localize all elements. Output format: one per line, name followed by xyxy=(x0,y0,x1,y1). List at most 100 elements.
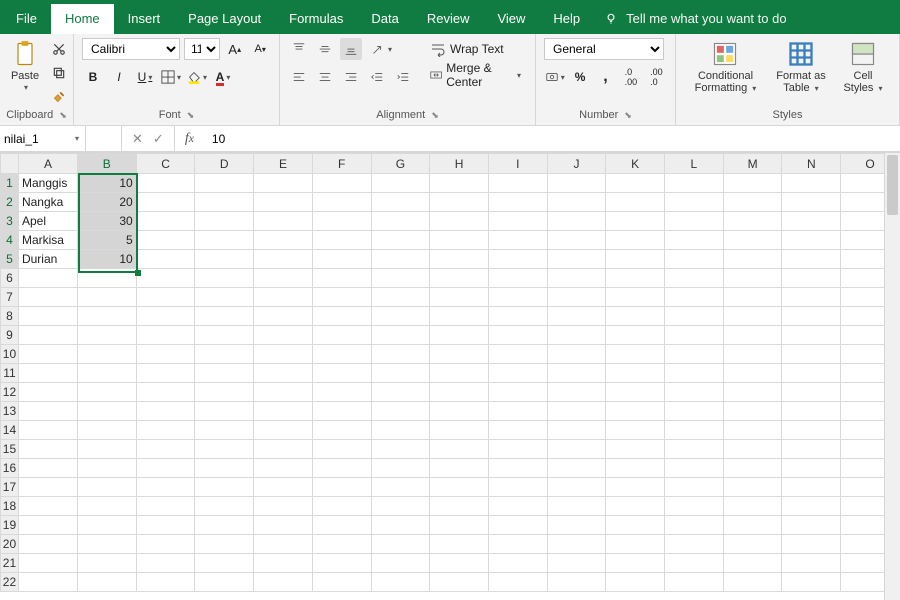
cell[interactable] xyxy=(371,440,430,459)
cell[interactable] xyxy=(430,459,489,478)
cell[interactable] xyxy=(430,326,489,345)
cell[interactable] xyxy=(782,554,841,573)
cell[interactable] xyxy=(723,288,782,307)
decrease-decimal-button[interactable]: .00.0 xyxy=(646,66,667,88)
cell[interactable] xyxy=(77,402,136,421)
cell[interactable] xyxy=(254,326,313,345)
row-header[interactable]: 3 xyxy=(1,212,19,231)
cell[interactable] xyxy=(547,402,606,421)
font-color-button[interactable]: A▾ xyxy=(212,66,234,88)
cell[interactable]: 20 xyxy=(77,193,136,212)
cell[interactable] xyxy=(371,402,430,421)
cell[interactable] xyxy=(665,459,724,478)
cell[interactable] xyxy=(371,307,430,326)
row-header[interactable]: 8 xyxy=(1,307,19,326)
cell[interactable] xyxy=(488,307,547,326)
cell[interactable] xyxy=(606,269,665,288)
clipboard-dialog-launcher[interactable]: ⬊ xyxy=(59,110,67,121)
cell[interactable]: 30 xyxy=(77,212,136,231)
cell[interactable] xyxy=(723,497,782,516)
cell[interactable] xyxy=(488,478,547,497)
cell[interactable] xyxy=(18,364,77,383)
cell[interactable] xyxy=(195,345,254,364)
cell[interactable] xyxy=(312,402,371,421)
format-as-table-button[interactable]: Format as Table ▾ xyxy=(769,38,833,96)
cell[interactable] xyxy=(782,440,841,459)
cell[interactable] xyxy=(195,364,254,383)
cell[interactable] xyxy=(312,307,371,326)
vertical-scrollbar[interactable] xyxy=(884,153,900,600)
cell[interactable] xyxy=(606,459,665,478)
cell[interactable] xyxy=(665,402,724,421)
cell[interactable] xyxy=(136,402,195,421)
percent-button[interactable]: % xyxy=(569,66,590,88)
cell[interactable] xyxy=(254,231,313,250)
cell[interactable] xyxy=(254,307,313,326)
cell[interactable] xyxy=(606,402,665,421)
cell[interactable] xyxy=(723,478,782,497)
underline-button[interactable]: U▾ xyxy=(134,66,156,88)
column-header[interactable]: D xyxy=(195,154,254,174)
copy-button[interactable] xyxy=(48,62,70,84)
tab-home[interactable]: Home xyxy=(51,4,114,34)
cell[interactable] xyxy=(312,345,371,364)
cell[interactable] xyxy=(254,212,313,231)
cell[interactable] xyxy=(723,193,782,212)
cell[interactable] xyxy=(782,250,841,269)
cell[interactable] xyxy=(18,459,77,478)
cell[interactable] xyxy=(665,421,724,440)
cell[interactable] xyxy=(665,174,724,193)
cell[interactable] xyxy=(430,193,489,212)
cell[interactable] xyxy=(782,326,841,345)
cell[interactable] xyxy=(723,421,782,440)
cell[interactable] xyxy=(606,440,665,459)
accounting-format-button[interactable]: ▾ xyxy=(544,66,565,88)
cell[interactable] xyxy=(606,573,665,592)
cut-button[interactable] xyxy=(48,38,70,60)
cell[interactable] xyxy=(18,402,77,421)
cell[interactable] xyxy=(312,383,371,402)
column-header[interactable]: A xyxy=(18,154,77,174)
cell[interactable] xyxy=(136,212,195,231)
cell[interactable] xyxy=(430,269,489,288)
fill-color-button[interactable]: ▾ xyxy=(186,66,208,88)
row-header[interactable]: 15 xyxy=(1,440,19,459)
cell[interactable] xyxy=(136,478,195,497)
cell[interactable] xyxy=(430,554,489,573)
cell[interactable] xyxy=(18,421,77,440)
cell[interactable] xyxy=(136,497,195,516)
orientation-button[interactable]: ▾ xyxy=(366,38,396,60)
cell[interactable] xyxy=(136,440,195,459)
cell[interactable] xyxy=(371,383,430,402)
cell[interactable] xyxy=(136,307,195,326)
cell[interactable] xyxy=(195,326,254,345)
cell[interactable] xyxy=(723,383,782,402)
cell[interactable] xyxy=(488,250,547,269)
cell[interactable] xyxy=(195,421,254,440)
cell[interactable] xyxy=(136,554,195,573)
decrease-indent-button[interactable] xyxy=(366,66,388,88)
align-left-button[interactable] xyxy=(288,66,310,88)
cell[interactable] xyxy=(723,554,782,573)
cell[interactable] xyxy=(312,212,371,231)
cell[interactable] xyxy=(430,402,489,421)
cell[interactable] xyxy=(665,326,724,345)
cell[interactable] xyxy=(312,288,371,307)
cell[interactable] xyxy=(606,383,665,402)
column-header[interactable]: M xyxy=(723,154,782,174)
row-header[interactable]: 13 xyxy=(1,402,19,421)
cell[interactable] xyxy=(488,383,547,402)
name-box-dropdown[interactable]: ▾ xyxy=(75,134,79,143)
cell[interactable] xyxy=(488,269,547,288)
cell[interactable] xyxy=(195,478,254,497)
cell[interactable] xyxy=(782,307,841,326)
cell[interactable] xyxy=(312,193,371,212)
cell[interactable] xyxy=(312,478,371,497)
cell[interactable] xyxy=(136,250,195,269)
cell[interactable] xyxy=(488,573,547,592)
cell[interactable] xyxy=(430,535,489,554)
cell[interactable]: Durian xyxy=(18,250,77,269)
cell[interactable] xyxy=(665,345,724,364)
cell[interactable] xyxy=(77,516,136,535)
column-header[interactable]: N xyxy=(782,154,841,174)
